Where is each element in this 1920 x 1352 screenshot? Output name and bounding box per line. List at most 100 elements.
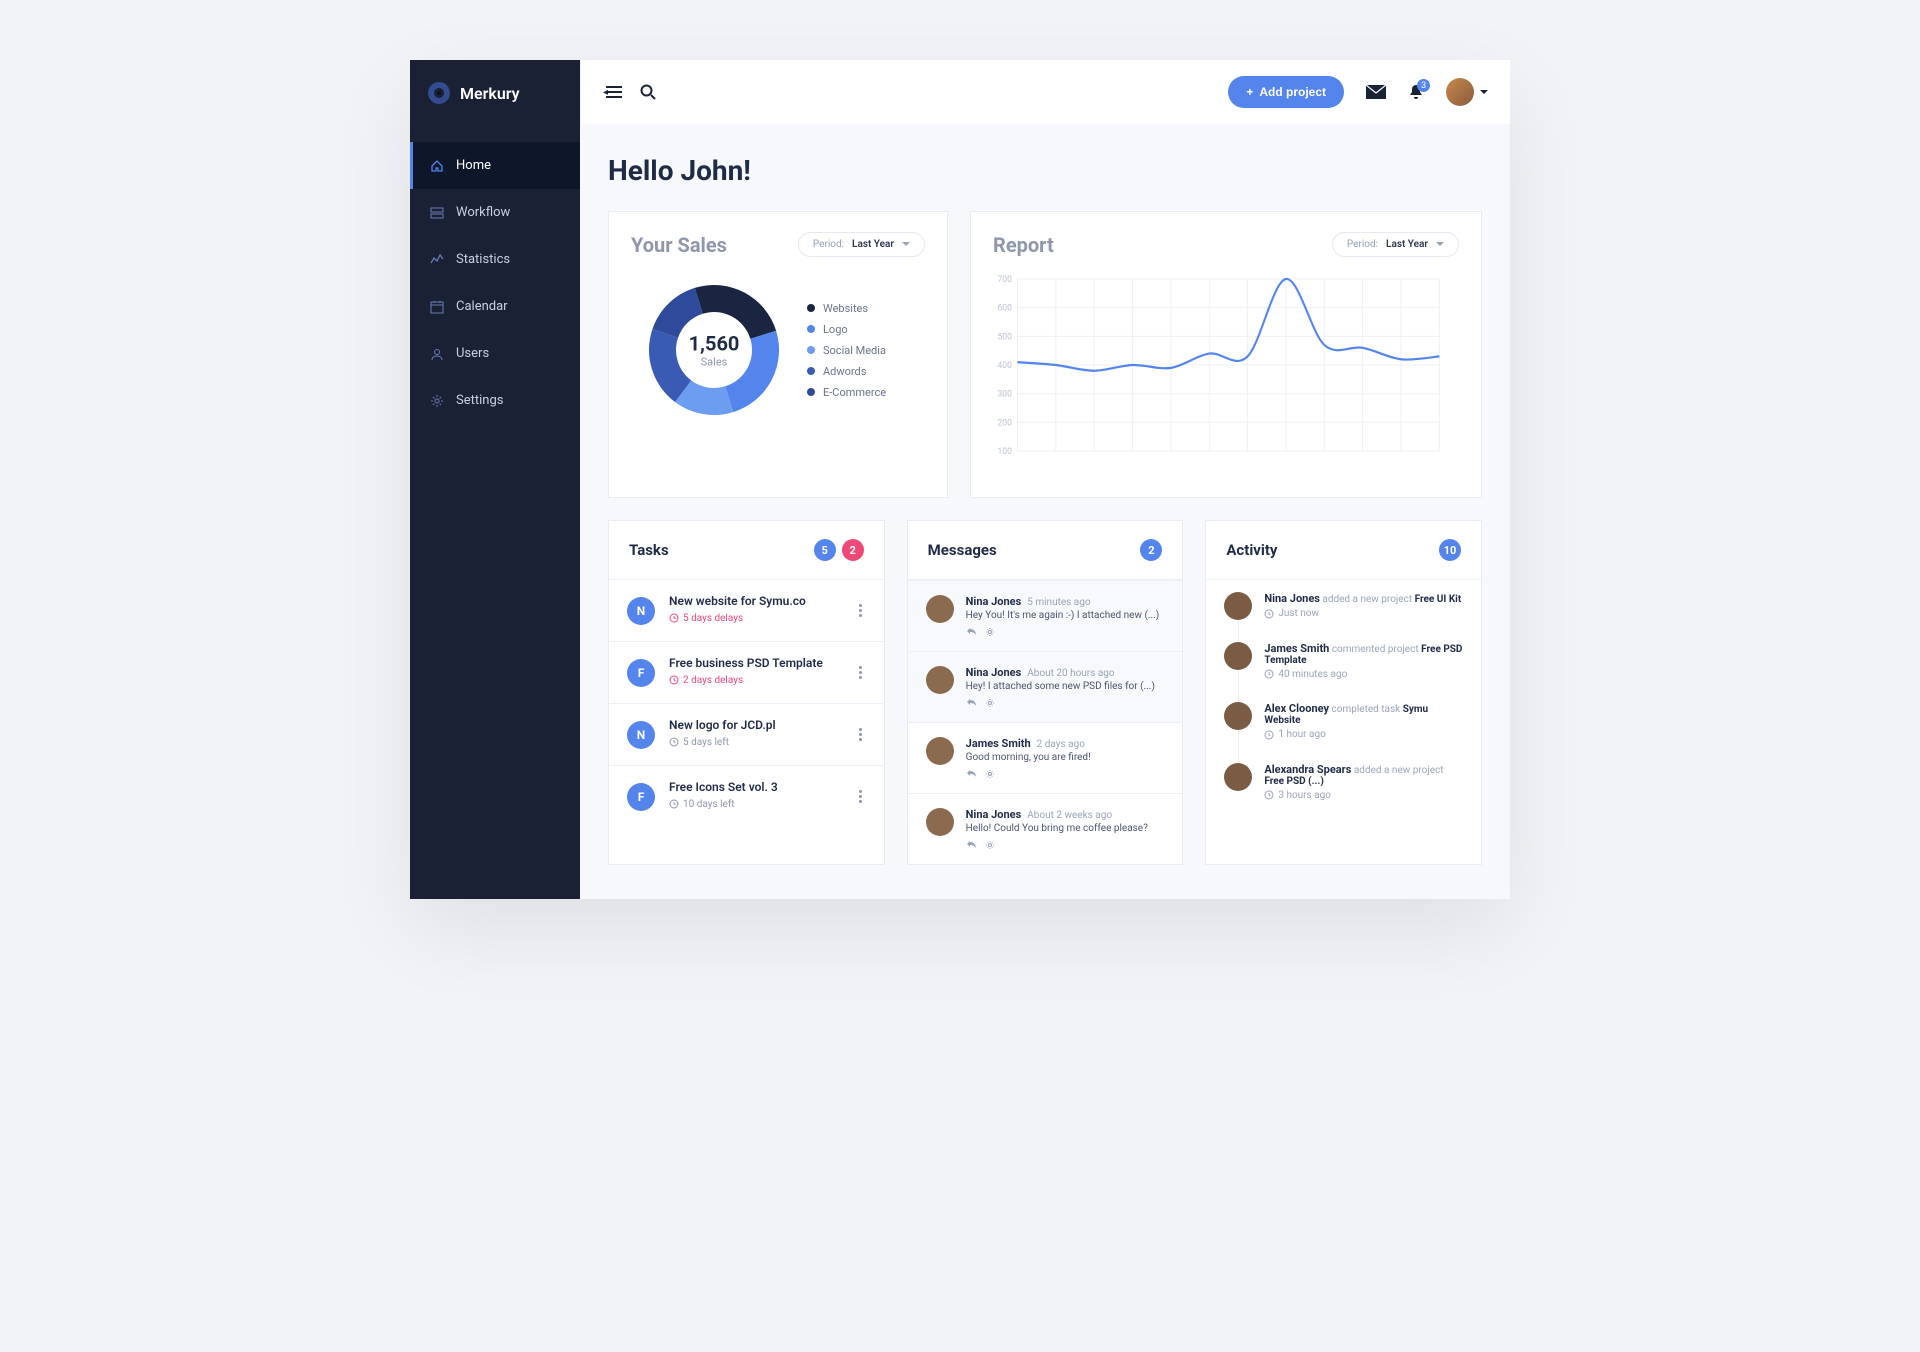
period-prefix: Period: bbox=[1347, 239, 1378, 250]
message-time: About 2 weeks ago bbox=[1027, 810, 1112, 821]
activity-badge: 10 bbox=[1439, 539, 1461, 561]
message-text: Hello! Could You bring me coffee please? bbox=[966, 823, 1165, 834]
topbar-right: + Add project 3 bbox=[1228, 76, 1488, 108]
app-window: Merkury Home Workflow Statistics Calendar Us… bbox=[410, 60, 1510, 899]
activity-list: Nina Jones added a new project Free UI K… bbox=[1206, 580, 1481, 811]
messages-badges: 2 bbox=[1140, 539, 1162, 561]
gear-icon[interactable] bbox=[985, 698, 995, 708]
timeline-line bbox=[1238, 730, 1239, 763]
activity-avatar bbox=[1224, 642, 1252, 670]
mail-button[interactable] bbox=[1366, 85, 1386, 99]
task-title: New website for Symu.co bbox=[669, 594, 841, 608]
task-menu-button[interactable] bbox=[855, 662, 866, 683]
activity-avatar bbox=[1224, 592, 1252, 620]
activity-avatar bbox=[1224, 763, 1252, 791]
sales-period-select[interactable]: Period: Last Year bbox=[798, 232, 925, 257]
message-main: Nina JonesAbout 2 weeks ago Hello! Could… bbox=[966, 808, 1165, 850]
sidebar-item-users[interactable]: Users bbox=[410, 330, 580, 377]
task-row[interactable]: F Free business PSD Template 2 days dela… bbox=[609, 641, 884, 703]
messages-list: Nina Jones5 minutes ago Hey You! It's me… bbox=[908, 580, 1183, 864]
reply-icon[interactable] bbox=[966, 627, 977, 637]
activity-row: Nina Jones added a new project Free UI K… bbox=[1206, 580, 1481, 630]
activity-row: Alex Clooney completed task Symu Website… bbox=[1206, 690, 1481, 751]
message-avatar bbox=[926, 595, 954, 623]
message-main: Nina JonesAbout 20 hours ago Hey! I atta… bbox=[966, 666, 1165, 708]
message-text: Good morning, you are fired! bbox=[966, 752, 1165, 763]
chevron-down-icon bbox=[902, 242, 910, 247]
clock-icon bbox=[1264, 669, 1274, 679]
task-menu-button[interactable] bbox=[855, 786, 866, 807]
legend-swatch bbox=[807, 304, 815, 312]
reply-icon[interactable] bbox=[966, 840, 977, 850]
activity-card-head: Activity 10 bbox=[1206, 521, 1481, 580]
sidebar-item-home[interactable]: Home bbox=[410, 142, 580, 189]
reply-icon[interactable] bbox=[966, 769, 977, 779]
task-subtitle: 5 days left bbox=[669, 737, 729, 748]
sidebar-item-workflow[interactable]: Workflow bbox=[410, 189, 580, 236]
clock-icon bbox=[669, 737, 679, 747]
task-subtitle: 5 days delays bbox=[669, 613, 743, 624]
notifications-button[interactable]: 3 bbox=[1408, 83, 1424, 101]
sidebar-item-label: Statistics bbox=[456, 252, 510, 267]
message-time: 5 minutes ago bbox=[1027, 597, 1090, 608]
task-subtitle: 10 days left bbox=[669, 799, 735, 810]
add-project-button[interactable]: + Add project bbox=[1228, 76, 1344, 108]
user-menu[interactable] bbox=[1446, 78, 1488, 106]
sales-total: 1,560 bbox=[689, 332, 740, 356]
sidebar-item-label: Home bbox=[456, 158, 491, 173]
page-title: Hello John! bbox=[608, 154, 1482, 187]
plus-icon: + bbox=[1246, 85, 1253, 99]
sidebar-item-statistics[interactable]: Statistics bbox=[410, 236, 580, 283]
clock-icon bbox=[669, 613, 679, 623]
sidebar-item-settings[interactable]: Settings bbox=[410, 377, 580, 424]
chevron-down-icon bbox=[1480, 90, 1488, 95]
legend-swatch bbox=[807, 367, 815, 375]
report-period-select[interactable]: Period: Last Year bbox=[1332, 232, 1459, 257]
activity-badges: 10 bbox=[1439, 539, 1461, 561]
add-project-label: Add project bbox=[1259, 85, 1326, 99]
legend-label: E-Commerce bbox=[823, 386, 886, 399]
sales-legend: WebsitesLogoSocial MediaAdwordsE-Commerc… bbox=[807, 298, 886, 403]
message-row[interactable]: Nina JonesAbout 20 hours ago Hey! I atta… bbox=[908, 651, 1183, 722]
avatar bbox=[1446, 78, 1474, 106]
message-row[interactable]: Nina Jones5 minutes ago Hey You! It's me… bbox=[908, 580, 1183, 651]
task-main: New website for Symu.co 5 days delays bbox=[669, 594, 841, 627]
gear-icon[interactable] bbox=[985, 840, 995, 850]
collapse-sidebar-button[interactable]: ◂ bbox=[603, 86, 622, 98]
report-svg: 100200300400500600700 bbox=[993, 271, 1445, 461]
workflow-icon bbox=[430, 206, 444, 220]
task-title: Free business PSD Template bbox=[669, 656, 841, 670]
bottom-row: Tasks 5 2 N New website for Symu.co 5 da… bbox=[608, 520, 1482, 865]
period-value: Last Year bbox=[1386, 239, 1428, 250]
task-avatar: N bbox=[627, 721, 655, 749]
message-row[interactable]: James Smith2 days ago Good morning, you … bbox=[908, 722, 1183, 793]
brand: Merkury bbox=[410, 60, 580, 126]
activity-user: Nina Jones bbox=[1264, 592, 1320, 605]
activity-object: Free UI Kit bbox=[1415, 594, 1462, 605]
task-row[interactable]: N New website for Symu.co 5 days delays bbox=[609, 580, 884, 641]
calendar-icon bbox=[430, 300, 444, 314]
reply-icon[interactable] bbox=[966, 698, 977, 708]
message-row[interactable]: Nina JonesAbout 2 weeks ago Hello! Could… bbox=[908, 793, 1183, 864]
home-icon bbox=[430, 159, 444, 173]
task-menu-button[interactable] bbox=[855, 724, 866, 745]
gear-icon[interactable] bbox=[985, 627, 995, 637]
task-row[interactable]: N New logo for JCD.pl 5 days left bbox=[609, 703, 884, 765]
activity-object: Free PSD (...) bbox=[1264, 776, 1324, 787]
message-time: 2 days ago bbox=[1037, 739, 1085, 750]
legend-label: Social Media bbox=[823, 344, 886, 357]
message-actions bbox=[966, 627, 1165, 637]
sidebar-item-label: Calendar bbox=[456, 299, 508, 314]
task-menu-button[interactable] bbox=[855, 600, 866, 621]
clock-icon bbox=[669, 799, 679, 809]
search-button[interactable] bbox=[640, 84, 656, 100]
sidebar-item-calendar[interactable]: Calendar bbox=[410, 283, 580, 330]
task-title: New logo for JCD.pl bbox=[669, 718, 841, 732]
activity-main: Alex Clooney completed task Symu Website… bbox=[1264, 702, 1463, 743]
activity-row: Alexandra Spears added a new project Fre… bbox=[1206, 751, 1481, 812]
task-row[interactable]: F Free Icons Set vol. 3 10 days left bbox=[609, 765, 884, 827]
gear-icon[interactable] bbox=[985, 769, 995, 779]
activity-main: James Smith commented project Free PSD T… bbox=[1264, 642, 1463, 683]
sales-total-label: Sales bbox=[689, 356, 740, 369]
search-icon bbox=[640, 84, 656, 100]
